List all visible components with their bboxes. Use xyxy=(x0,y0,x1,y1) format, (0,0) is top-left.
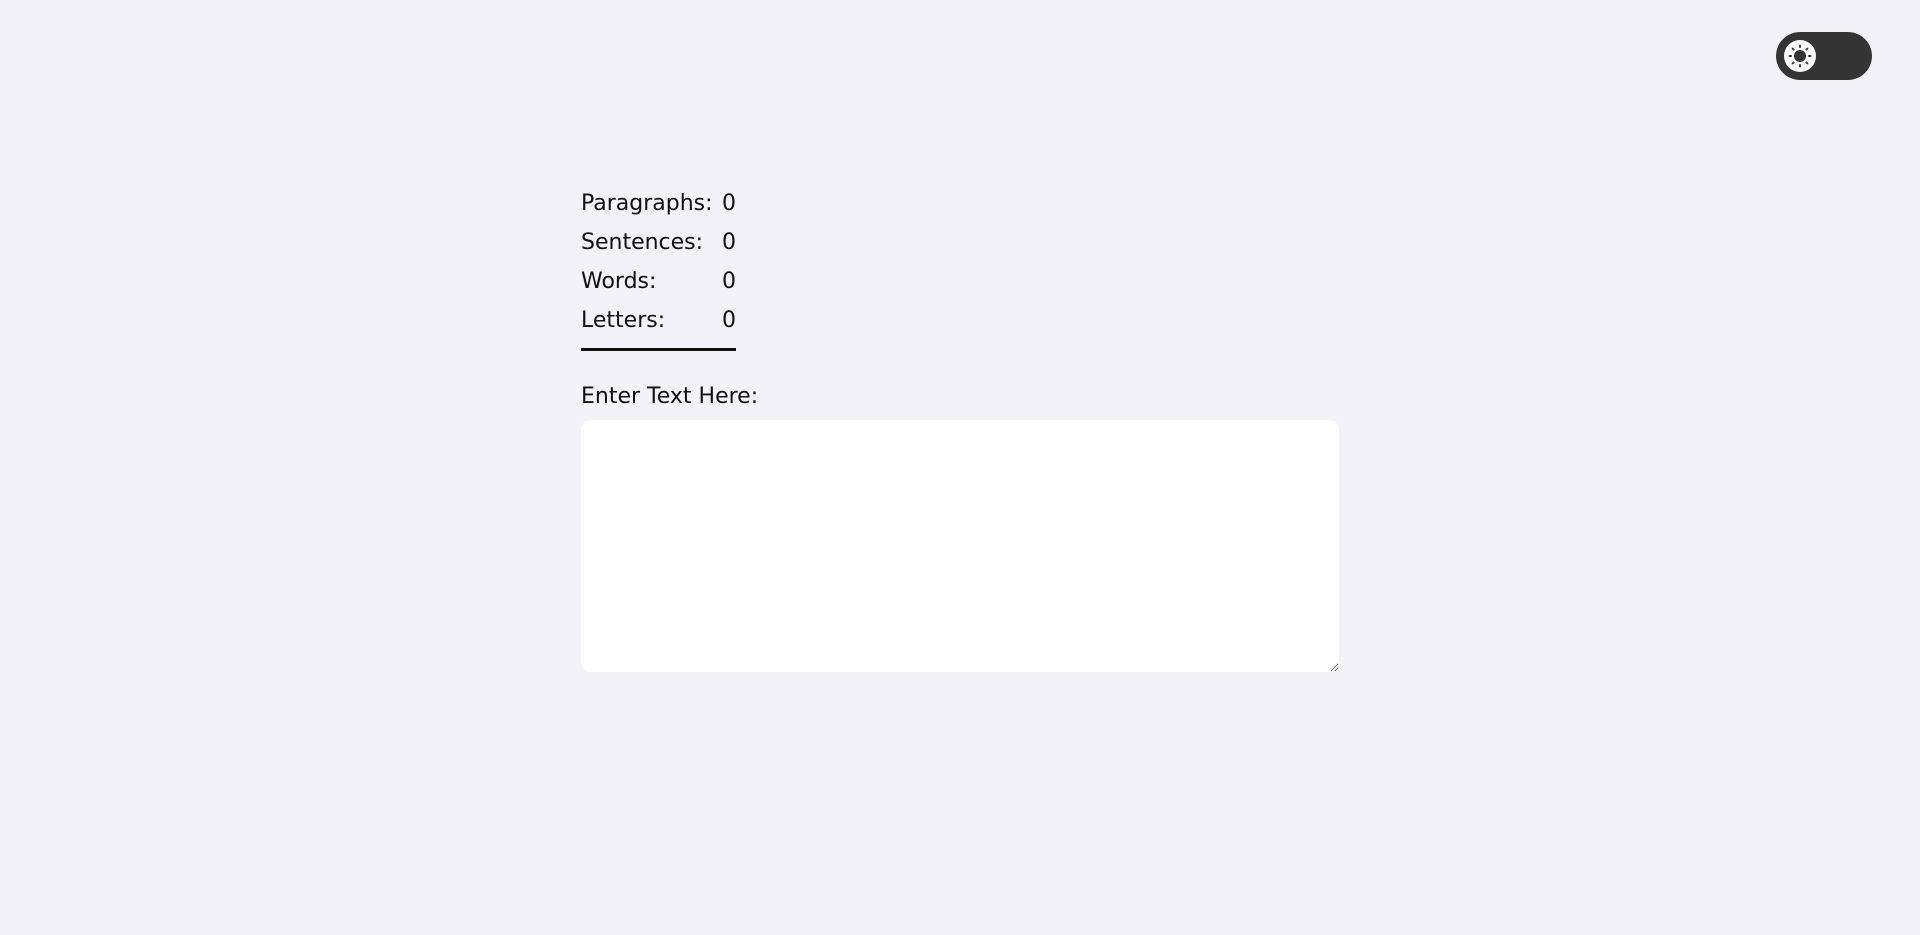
text-input[interactable] xyxy=(581,420,1339,672)
stat-label: Letters: xyxy=(581,308,666,333)
stat-value: 0 xyxy=(722,269,736,294)
stat-row-sentences: Sentences: 0 xyxy=(581,223,736,262)
stat-value: 0 xyxy=(722,230,736,255)
stat-row-letters: Letters: 0 xyxy=(581,301,736,340)
stat-label: Paragraphs: xyxy=(581,191,713,216)
toggle-knob[interactable] xyxy=(1784,40,1816,72)
counter-panel: Paragraphs: 0 Sentences: 0 Words: 0 Lett… xyxy=(581,184,1339,672)
theme-toggle[interactable] xyxy=(1776,32,1872,80)
sun-icon xyxy=(1788,44,1812,68)
stat-label: Sentences: xyxy=(581,230,704,255)
stats-table: Paragraphs: 0 Sentences: 0 Words: 0 Lett… xyxy=(581,184,736,351)
stat-row-paragraphs: Paragraphs: 0 xyxy=(581,184,736,223)
stat-row-words: Words: 0 xyxy=(581,262,736,301)
text-input-label: Enter Text Here: xyxy=(581,384,759,409)
stat-value: 0 xyxy=(722,191,736,216)
stat-value: 0 xyxy=(722,308,736,333)
stat-label: Words: xyxy=(581,269,657,294)
